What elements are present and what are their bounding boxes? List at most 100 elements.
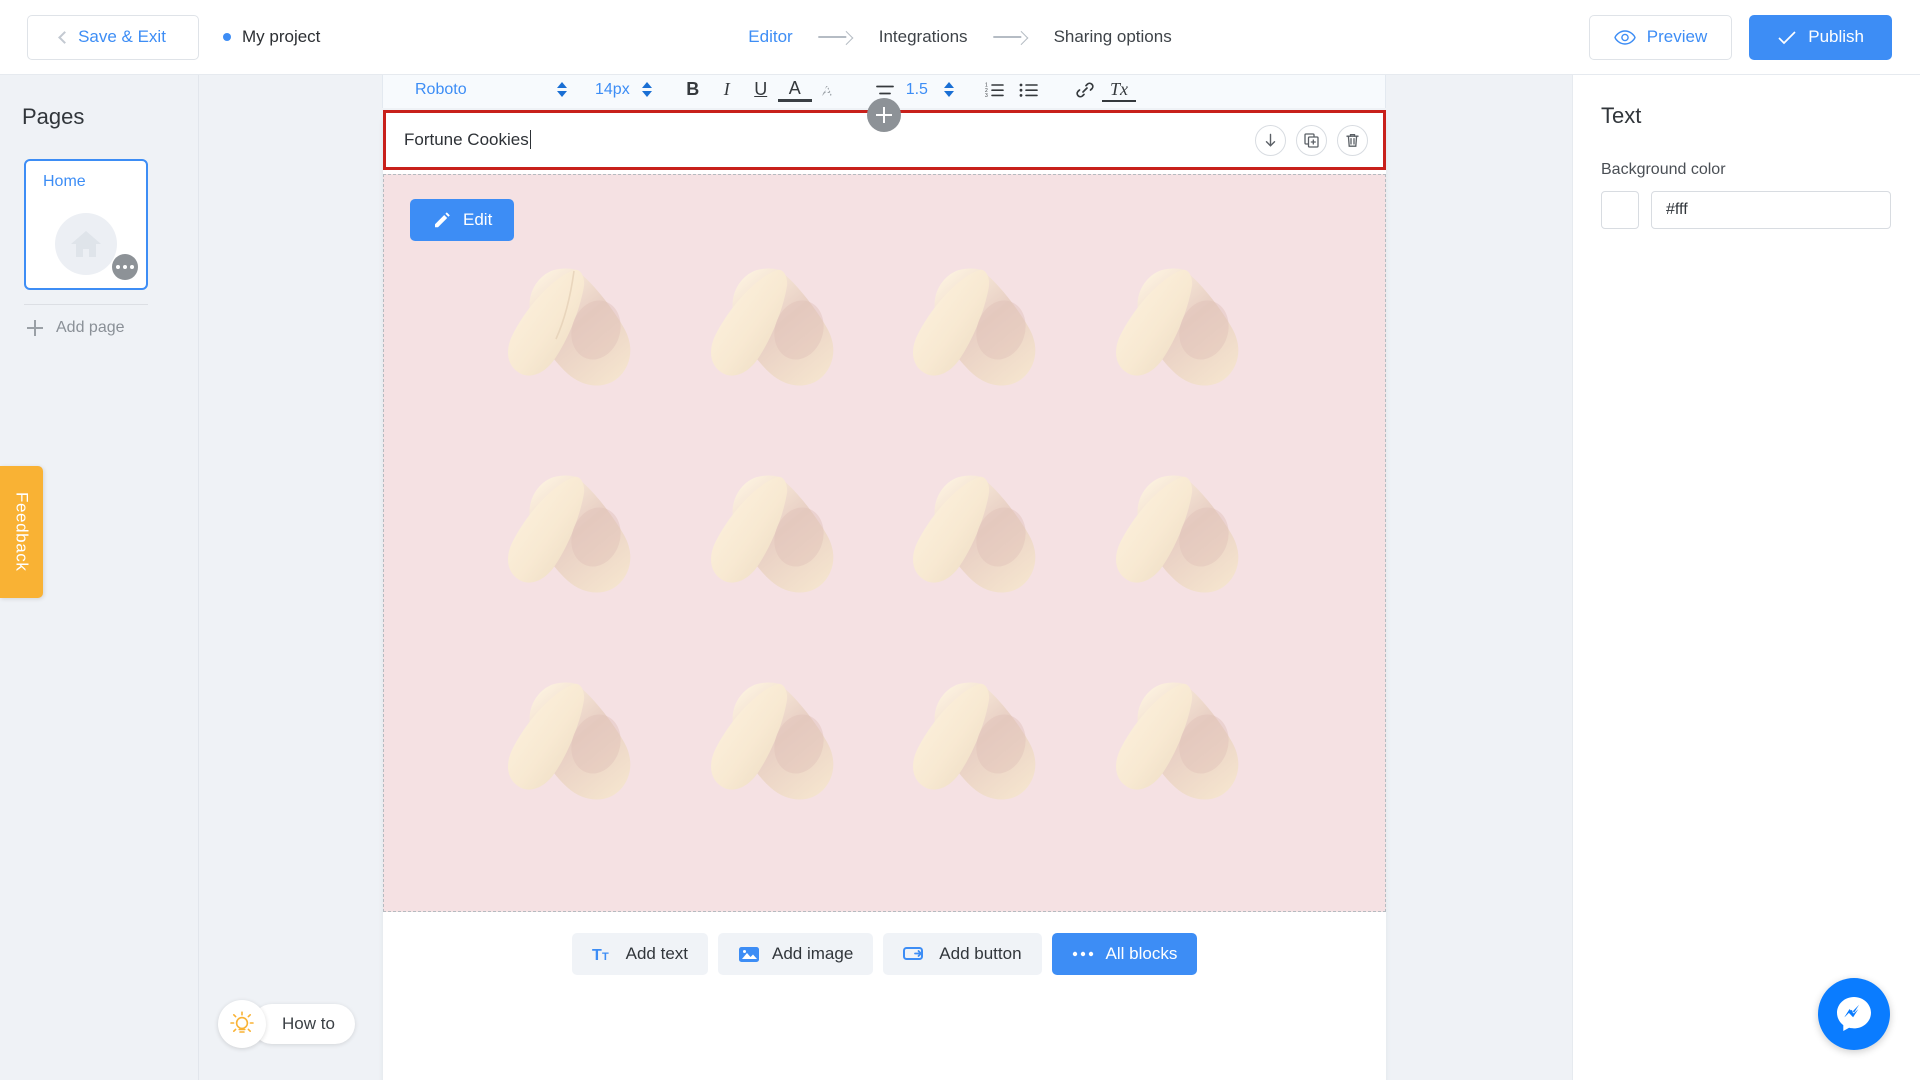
background-color-label: Background color <box>1601 161 1726 178</box>
fortune-cookie-image <box>672 225 875 432</box>
font-size-value[interactable]: 14px <box>595 81 630 99</box>
delete-icon[interactable] <box>1337 124 1368 156</box>
arrow-right-icon <box>818 31 853 43</box>
fortune-cookie-image <box>1077 225 1280 432</box>
fortune-cookie-image <box>1077 638 1280 845</box>
svg-text:3: 3 <box>985 93 988 98</box>
bold-button[interactable]: B <box>676 75 710 105</box>
project-name[interactable]: My project <box>223 27 320 47</box>
block-action-buttons <box>1255 124 1368 156</box>
preview-button[interactable]: Preview <box>1588 14 1733 60</box>
add-text-label: Add text <box>625 944 689 963</box>
line-height-value[interactable]: 1.5 <box>906 81 928 99</box>
dot <box>123 265 127 269</box>
publish-button[interactable]: Publish <box>1749 14 1892 60</box>
link-icon <box>1076 81 1094 98</box>
clear-formatting-button[interactable]: Tx <box>1101 78 1136 102</box>
save-and-exit-label: Save & Exit <box>78 27 166 46</box>
svg-text:T: T <box>592 947 602 963</box>
font-family-stepper[interactable] <box>555 82 569 97</box>
highlight-color-button[interactable]: A <box>812 75 846 105</box>
top-bar: Save & Exit My project Editor Integratio… <box>0 0 1920 75</box>
page-options-button[interactable] <box>112 254 138 280</box>
fortune-cookie-image <box>672 432 875 639</box>
all-blocks-label: All blocks <box>1105 944 1178 963</box>
properties-panel: Text Background color <box>1572 75 1920 1080</box>
add-button-icon <box>903 947 924 960</box>
add-text-icon: TT <box>592 947 609 963</box>
add-image-icon <box>739 946 760 962</box>
fortune-cookie-image <box>874 432 1077 639</box>
text-block-content[interactable]: Fortune Cookies <box>404 130 532 150</box>
step-sharing-options[interactable]: Sharing options <box>1054 27 1172 47</box>
fortune-cookie-grid <box>469 225 1279 845</box>
add-block-handle[interactable] <box>867 98 901 132</box>
bullet-list-icon <box>1019 83 1038 97</box>
step-editor[interactable]: Editor <box>748 27 792 47</box>
svg-text:T: T <box>602 951 609 963</box>
page-card-home[interactable]: Home <box>24 159 148 290</box>
plus-icon <box>27 320 43 336</box>
status-dot-icon <box>223 33 231 41</box>
ordered-list-icon: 123 <box>985 82 1004 98</box>
fortune-cookie-image <box>469 225 672 432</box>
preview-label: Preview <box>1646 27 1708 46</box>
save-and-exit-button[interactable]: Save & Exit <box>27 14 199 60</box>
fortune-cookie-image <box>672 638 875 845</box>
sidebar-divider <box>24 304 148 305</box>
fortune-cookie-image <box>469 432 672 639</box>
how-to-label: How to <box>282 1014 335 1033</box>
background-color-input[interactable] <box>1651 191 1891 229</box>
chevron-left-icon <box>58 30 71 44</box>
add-page-label: Add page <box>56 319 125 336</box>
move-down-icon[interactable] <box>1255 124 1286 156</box>
add-image-button[interactable]: Add image <box>718 933 874 975</box>
add-image-label: Add image <box>772 944 854 963</box>
lightbulb-icon <box>230 1011 254 1033</box>
step-integrations[interactable]: Integrations <box>879 27 968 47</box>
insert-link-button[interactable] <box>1068 75 1102 105</box>
how-to-button[interactable]: How to <box>252 1004 355 1044</box>
font-size-stepper[interactable] <box>640 82 654 97</box>
highlight-icon: A <box>822 83 832 100</box>
fortune-cookie-image <box>1077 432 1280 639</box>
feedback-tab[interactable]: Feedback <box>0 466 43 598</box>
add-button-button[interactable]: Add button <box>883 933 1042 975</box>
italic-button[interactable]: I <box>710 75 744 105</box>
fortune-cookie-image <box>874 638 1077 845</box>
line-height-stepper[interactable] <box>942 82 956 97</box>
font-family-value[interactable]: Roboto <box>415 81 555 99</box>
dot <box>116 265 120 269</box>
how-to-bulb-button[interactable] <box>218 1000 266 1048</box>
underline-button[interactable]: U <box>744 75 778 105</box>
messenger-icon <box>1837 997 1871 1031</box>
dot <box>130 265 134 269</box>
add-button-label: Add button <box>939 944 1022 963</box>
text-color-button[interactable]: A <box>777 78 812 102</box>
project-name-label: My project <box>242 27 321 46</box>
ellipsis-icon <box>1072 951 1093 957</box>
panel-title: Text <box>1601 103 1642 128</box>
bullet-list-button[interactable] <box>1012 75 1046 105</box>
text-block-value: Fortune Cookies <box>404 130 529 149</box>
duplicate-icon[interactable] <box>1296 124 1327 156</box>
background-color-row <box>1601 191 1920 229</box>
publish-label: Publish <box>1808 27 1864 46</box>
align-center-icon <box>875 85 894 94</box>
fortune-cookie-image <box>469 638 672 845</box>
how-to-widget: How to <box>218 1000 355 1048</box>
arrow-right-icon <box>993 31 1028 43</box>
pencil-icon <box>435 212 450 228</box>
add-text-button[interactable]: TT Add text <box>571 933 709 975</box>
eye-icon <box>1614 29 1636 45</box>
image-block[interactable]: Edit <box>383 174 1386 912</box>
add-block-bar: TT Add text Add image Add button All blo… <box>383 913 1386 1059</box>
pages-title: Pages <box>22 104 85 129</box>
add-page-button[interactable]: Add page <box>27 319 198 337</box>
messenger-chat-button[interactable] <box>1818 978 1890 1050</box>
ordered-list-button[interactable]: 123 <box>978 75 1012 105</box>
feedback-label: Feedback <box>12 492 32 572</box>
color-swatch[interactable] <box>1601 191 1639 229</box>
svg-text:A: A <box>822 83 832 100</box>
all-blocks-button[interactable]: All blocks <box>1051 933 1198 975</box>
